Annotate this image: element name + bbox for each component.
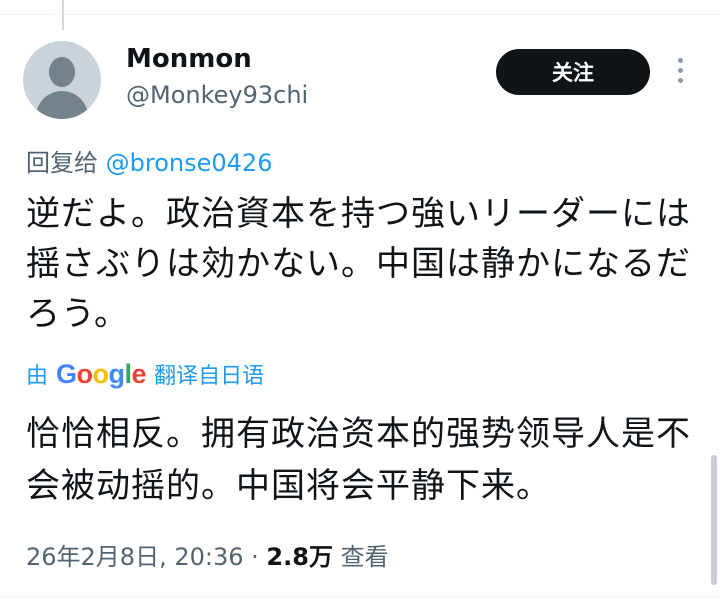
thread-connector-line xyxy=(62,0,64,30)
google-logo: Google xyxy=(56,359,147,389)
bottom-divider xyxy=(0,596,720,597)
translation-attribution[interactable]: 由 Google 翻译自日语 xyxy=(26,358,264,390)
views-count: 2.8万 xyxy=(266,543,333,571)
scrollbar[interactable] xyxy=(711,455,717,585)
reply-to-line: 回复给 @bronse0426 xyxy=(26,143,272,178)
default-avatar-icon xyxy=(49,57,75,87)
follow-button[interactable]: 关注 xyxy=(496,49,650,95)
reply-prefix: 回复给 xyxy=(26,149,98,177)
timestamp[interactable]: 26年2月8日, 20:36 xyxy=(26,543,244,571)
tweet-text: 逆だよ。政治資本を持つ強いリーダーには揺さぶりは効かない。中国は静かになるだろう… xyxy=(26,194,691,334)
views-label: 查看 xyxy=(340,543,389,571)
translated-text: 恰恰相反。拥有政治资本的强势领导人是不会被动摇的。中国将会平静下来。 xyxy=(26,414,691,506)
translation-suffix: 翻译自日语 xyxy=(154,364,265,389)
avatar[interactable] xyxy=(23,41,101,119)
more-vertical-icon[interactable] xyxy=(672,58,688,88)
translation-prefix: 由 xyxy=(26,364,49,389)
meta-separator: · xyxy=(251,543,259,571)
reply-mention-link[interactable]: @bronse0426 xyxy=(106,149,273,177)
tweet-meta: 26年2月8日, 20:36 · 2.8万 查看 xyxy=(26,537,389,572)
display-name[interactable]: Monmon xyxy=(126,44,252,74)
top-divider xyxy=(0,14,720,15)
user-handle[interactable]: @Monkey93chi xyxy=(126,81,308,109)
